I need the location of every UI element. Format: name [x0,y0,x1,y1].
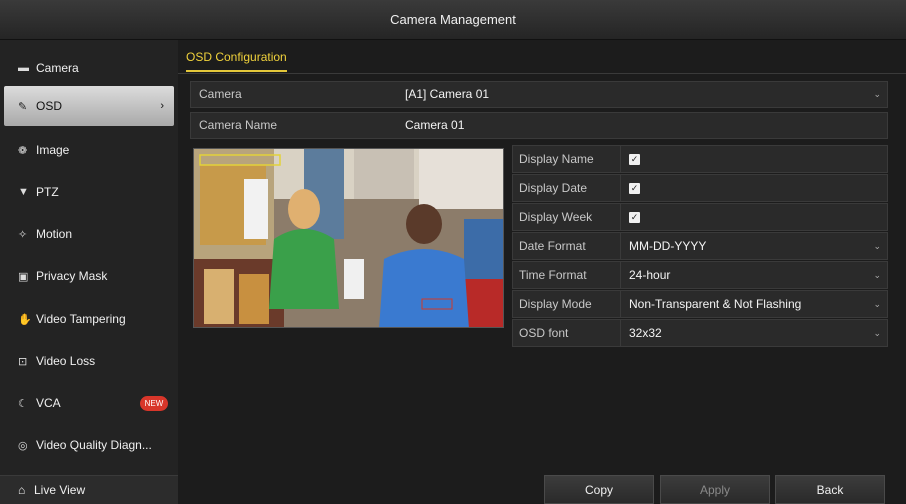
back-button[interactable]: Back [775,475,885,504]
display-date-checkbox[interactable]: ✓ [629,183,640,194]
ptz-icon: ▼ [18,186,29,198]
chevron-down-icon[interactable]: ⌄ [873,82,881,107]
chevron-down-icon[interactable]: ⌄ [873,291,881,317]
display-mode-row[interactable]: Display Mode Non-Transparent & Not Flash… [512,290,888,318]
sidebar-item-label: Video Tampering [36,312,126,326]
apply-button[interactable]: Apply [660,475,770,504]
display-name-checkbox[interactable]: ✓ [629,154,640,165]
chevron-down-icon[interactable]: ⌄ [873,262,881,288]
divider [620,204,621,230]
display-mode-label: Display Mode [519,297,592,311]
home-icon: ⌂ [18,483,26,497]
video-quality-icon: ◎ [18,439,28,452]
sidebar-item-label: Camera [36,61,79,75]
camera-name-field[interactable]: Camera 01 [405,113,887,138]
sidebar-item-label: Privacy Mask [36,269,108,283]
video-loss-icon: ⊡ [18,355,28,368]
camera-select-row[interactable]: Camera [A1] Camera 01 ⌄ [190,81,888,108]
tab-divider [178,73,906,74]
motion-icon: ✧ [18,228,28,241]
time-format-select[interactable]: 24-hour [629,262,670,288]
date-format-select[interactable]: MM-DD-YYYY [629,233,706,259]
display-date-label: Display Date [519,181,588,195]
sidebar-item-video-quality[interactable]: ◎ Video Quality Diagn... [4,425,174,465]
display-week-row: Display Week ✓ [512,203,888,231]
sidebar-item-privacy-mask[interactable]: ▣ Privacy Mask [4,256,174,296]
sidebar-item-vca[interactable]: ☾ VCA NEW [4,383,174,423]
camera-name-label: Camera Name [199,118,278,132]
divider [620,146,621,172]
camera-icon: ▬ [18,62,29,74]
osd-font-label: OSD font [519,326,569,340]
image-icon: ❁ [18,144,28,157]
new-badge: NEW [140,395,168,411]
time-format-label: Time Format [519,268,587,282]
chevron-right-icon: › [160,100,164,112]
privacy-mask-icon: ▣ [18,270,29,283]
main-panel: OSD Configuration Camera [A1] Camera 01 … [178,40,906,504]
window-title: Camera Management [0,0,906,40]
sidebar-item-label: VCA [36,396,61,410]
sidebar-item-label: Motion [36,227,73,241]
display-week-label: Display Week [519,210,593,224]
divider [620,233,621,259]
camera-label: Camera [199,87,242,101]
sidebar-item-video-tampering[interactable]: ✋ Video Tampering [4,299,174,339]
osd-font-row[interactable]: OSD font 32x32 ⌄ [512,319,888,347]
sidebar-item-label: Video Quality Diagn... [36,438,152,452]
copy-button[interactable]: Copy [544,475,654,504]
date-format-label: Date Format [519,239,586,253]
sidebar-item-video-loss[interactable]: ⊡ Video Loss [4,341,174,381]
chevron-down-icon[interactable]: ⌄ [873,233,881,259]
osd-icon: ✎ [18,100,28,113]
date-format-row[interactable]: Date Format MM-DD-YYYY ⌄ [512,232,888,260]
vca-icon: ☾ [18,397,28,410]
sidebar-item-motion[interactable]: ✧ Motion [4,214,174,254]
preview-image [194,149,503,327]
divider [620,175,621,201]
display-date-row: Display Date ✓ [512,174,888,202]
display-name-row: Display Name ✓ [512,145,888,173]
camera-preview [193,148,504,328]
sidebar-item-osd[interactable]: ✎ OSD › [4,86,174,126]
sidebar-item-camera[interactable]: ▬ Camera [4,48,174,88]
sidebar-item-label: PTZ [36,185,59,199]
sidebar: ▬ Camera ✎ OSD › ❁ Image ▼ PTZ ✧ Motion … [0,40,178,504]
divider [620,291,621,317]
live-view-button[interactable]: ⌂ Live View [0,475,178,504]
display-name-label: Display Name [519,152,594,166]
sidebar-item-image[interactable]: ❁ Image [4,130,174,170]
sidebar-item-ptz[interactable]: ▼ PTZ [4,172,174,212]
tab-osd-configuration[interactable]: OSD Configuration [186,50,287,72]
camera-select[interactable]: [A1] Camera 01 [405,82,887,107]
display-mode-select[interactable]: Non-Transparent & Not Flashing [629,291,801,317]
camera-name-row: Camera Name Camera 01 [190,112,888,139]
divider [620,262,621,288]
divider [620,320,621,346]
video-tampering-icon: ✋ [18,313,32,326]
time-format-row[interactable]: Time Format 24-hour ⌄ [512,261,888,289]
sidebar-item-label: Video Loss [36,354,96,368]
sidebar-item-label: Image [36,143,70,157]
sidebar-item-label: OSD [36,99,63,113]
chevron-down-icon[interactable]: ⌄ [873,320,881,346]
live-view-label: Live View [34,483,86,497]
osd-font-select[interactable]: 32x32 [629,320,662,346]
display-week-checkbox[interactable]: ✓ [629,212,640,223]
